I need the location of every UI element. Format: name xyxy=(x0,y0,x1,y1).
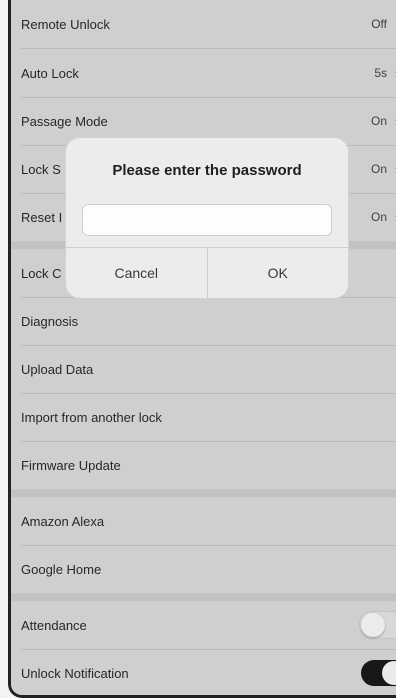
password-input[interactable] xyxy=(82,204,332,236)
dialog-title: Please enter the password xyxy=(112,162,302,179)
phone-frame: Remote Unlock Off Auto Lock 5s › Passage… xyxy=(8,0,396,698)
ok-button[interactable]: OK xyxy=(206,248,349,298)
lock-settings-screen: Remote Unlock Off Auto Lock 5s › Passage… xyxy=(11,0,396,695)
dialog-buttons: Cancel OK xyxy=(66,247,348,298)
cancel-button[interactable]: Cancel xyxy=(66,248,207,298)
modal-backdrop xyxy=(11,0,396,695)
password-dialog: Please enter the password Cancel OK xyxy=(66,138,348,298)
